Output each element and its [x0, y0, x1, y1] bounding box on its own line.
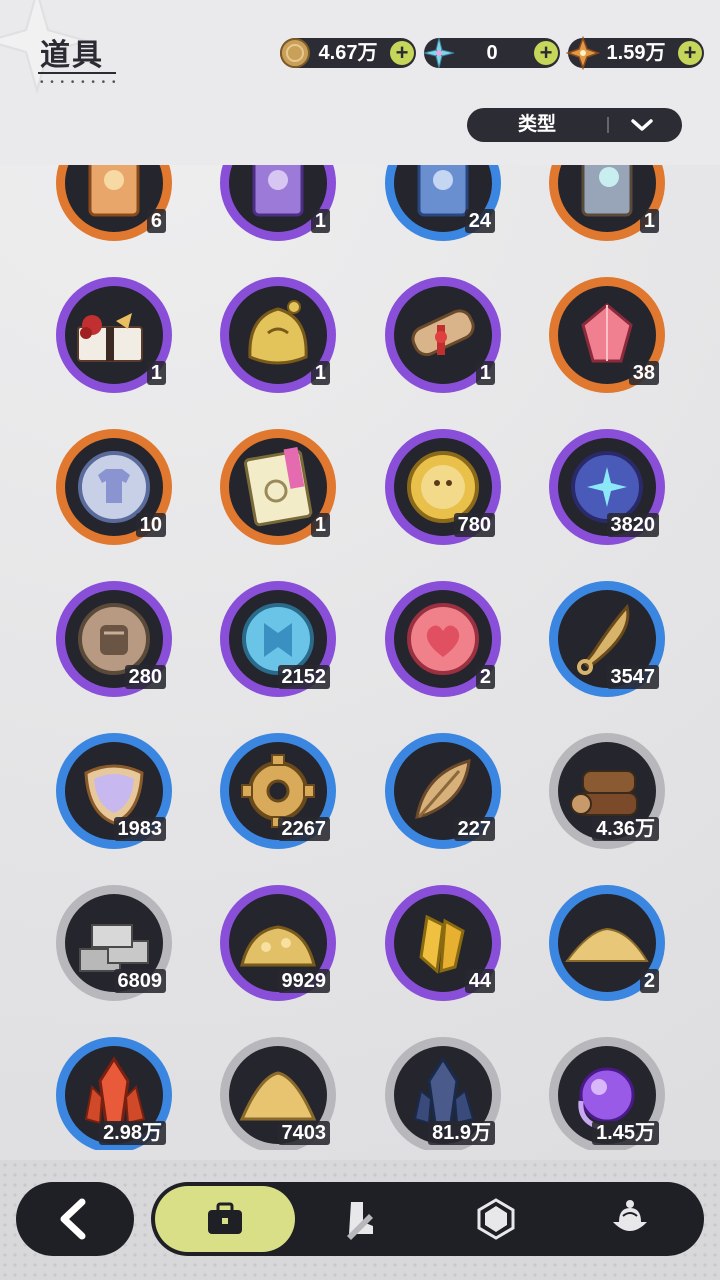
- item-slot[interactable]: 280: [56, 581, 172, 697]
- item-slot[interactable]: 6: [56, 165, 172, 241]
- item-quantity: 4.36万: [592, 817, 659, 841]
- item-quantity: 10: [135, 513, 166, 537]
- item-quantity: 38: [628, 361, 659, 385]
- item-quantity: 1983: [113, 817, 166, 841]
- item-quantity: 227: [453, 817, 495, 841]
- food-icon: [613, 1200, 647, 1231]
- item-slot[interactable]: 1.45万: [549, 1037, 665, 1150]
- tab-food[interactable]: [565, 1186, 695, 1252]
- currency-star-add-button[interactable]: +: [678, 41, 702, 65]
- item-quantity: 1: [310, 513, 330, 537]
- item-slot[interactable]: 780: [385, 429, 501, 545]
- currency-gold[interactable]: 4.67万 +: [280, 38, 416, 68]
- item-quantity: 81.9万: [428, 1121, 495, 1145]
- item-quantity: 7403: [277, 1121, 330, 1145]
- currency-star-value: 1.59万: [606, 42, 666, 64]
- filter-separator: [607, 117, 609, 133]
- item-quantity: 24: [464, 209, 495, 233]
- item-quantity: 2267: [277, 817, 330, 841]
- item-quantity: 780: [453, 513, 495, 537]
- item-slot[interactable]: 1: [220, 429, 336, 545]
- currency-crystal-value: 0: [486, 42, 498, 64]
- item-slot[interactable]: 44: [385, 885, 501, 1001]
- item-quantity: 1: [639, 209, 659, 233]
- item-slot[interactable]: 1: [56, 277, 172, 393]
- item-quantity: 1: [146, 361, 166, 385]
- item-quantity: 6: [146, 209, 166, 233]
- item-slot[interactable]: 9929: [220, 885, 336, 1001]
- chevron-down-icon: [631, 119, 653, 131]
- item-quantity: 9929: [277, 969, 330, 993]
- item-slot[interactable]: 2: [385, 581, 501, 697]
- type-filter-dropdown[interactable]: 类型: [467, 108, 682, 142]
- tab-items[interactable]: [155, 1186, 295, 1252]
- item-slot[interactable]: 3820: [549, 429, 665, 545]
- item-slot[interactable]: 1983: [56, 733, 172, 849]
- currency-crystal-add-button[interactable]: +: [534, 41, 558, 65]
- page-title: 道具: [40, 39, 104, 72]
- crystal-flower-icon: [423, 37, 455, 69]
- item-quantity: 2: [639, 969, 659, 993]
- back-arrow-icon: [60, 1198, 86, 1240]
- boot-sword-icon: [347, 1202, 373, 1240]
- item-slot[interactable]: 81.9万: [385, 1037, 501, 1150]
- item-slot[interactable]: 227: [385, 733, 501, 849]
- item-slot[interactable]: 10: [56, 429, 172, 545]
- bottom-tab-bar: [151, 1182, 704, 1256]
- tab-gems[interactable]: [431, 1186, 561, 1252]
- bag-icon: [208, 1202, 242, 1234]
- item-grid-viewport[interactable]: 6 1 24 1 1 1 1 38 10 1 780 3820 280 2152 2 3547 1983 2267…: [0, 165, 720, 1150]
- item-slot[interactable]: 7403: [220, 1037, 336, 1150]
- item-slot[interactable]: 1: [549, 165, 665, 241]
- item-slot[interactable]: 1: [385, 277, 501, 393]
- item-quantity: 44: [464, 969, 495, 993]
- gem-icon: [477, 1198, 515, 1240]
- item-quantity: 280: [124, 665, 166, 689]
- item-slot[interactable]: 2152: [220, 581, 336, 697]
- tab-equipment[interactable]: [297, 1186, 427, 1252]
- item-quantity: 1: [310, 361, 330, 385]
- top-bar: 道具 • • • • • • • • 4.67万 + 0 + 1.59万 + 类…: [0, 0, 720, 165]
- item-slot[interactable]: 4.36万: [549, 733, 665, 849]
- currency-star[interactable]: 1.59万 +: [566, 36, 704, 70]
- item-slot[interactable]: 1: [220, 277, 336, 393]
- type-filter-label: 类型: [517, 114, 556, 135]
- title-underline: [38, 72, 116, 74]
- back-button[interactable]: [16, 1182, 134, 1256]
- item-quantity: 1: [475, 361, 495, 385]
- item-slot[interactable]: 3547: [549, 581, 665, 697]
- item-quantity: 1.45万: [592, 1121, 659, 1145]
- item-slot[interactable]: 1: [220, 165, 336, 241]
- item-quantity: 3547: [606, 665, 659, 689]
- item-quantity: 2.98万: [99, 1121, 166, 1145]
- currency-gold-value: 4.67万: [318, 42, 378, 64]
- item-quantity: 6809: [113, 969, 166, 993]
- item-quantity: 2: [475, 665, 495, 689]
- item-slot[interactable]: 6809: [56, 885, 172, 1001]
- item-quantity: 3820: [606, 513, 659, 537]
- item-quantity: 1: [310, 209, 330, 233]
- item-slot[interactable]: 24: [385, 165, 501, 241]
- gold-coin-icon: [280, 38, 310, 68]
- item-slot[interactable]: 2.98万: [56, 1037, 172, 1150]
- item-slot[interactable]: 38: [549, 277, 665, 393]
- currency-gold-add-button[interactable]: +: [390, 41, 414, 65]
- currency-crystal[interactable]: 0 +: [423, 37, 560, 69]
- title-dots: • • • • • • • •: [40, 77, 118, 88]
- item-slot[interactable]: 2: [549, 885, 665, 1001]
- star-gem-icon: [566, 36, 600, 70]
- item-quantity: 2152: [277, 665, 330, 689]
- item-slot[interactable]: 2267: [220, 733, 336, 849]
